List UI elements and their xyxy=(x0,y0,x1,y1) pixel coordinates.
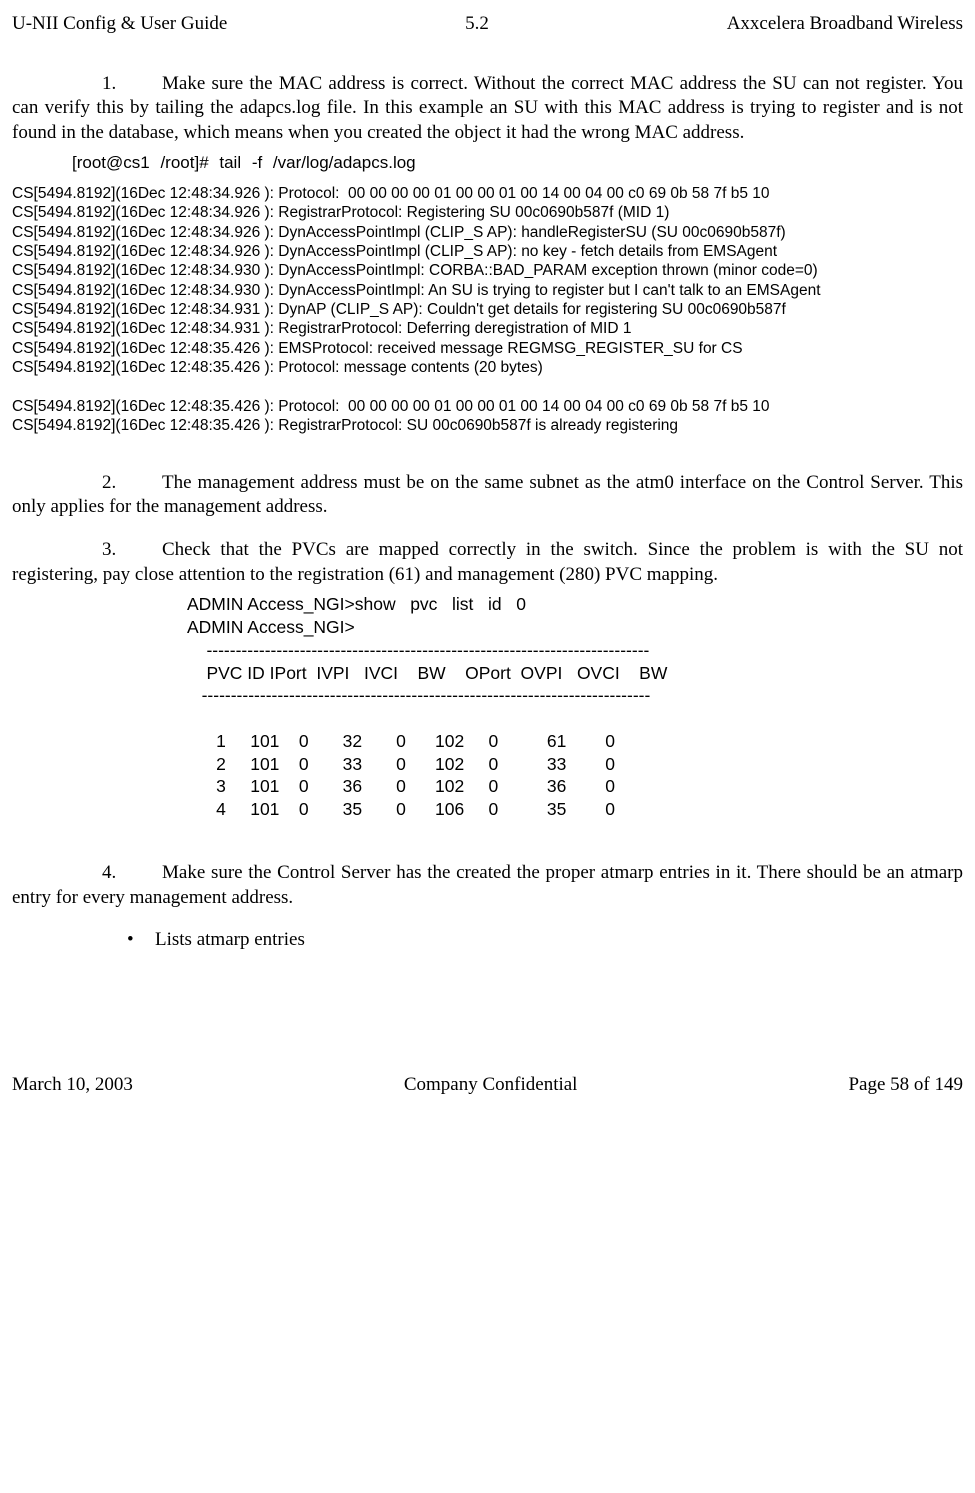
step-3-number: 3. xyxy=(102,538,162,563)
header-left: U-NII Config & User Guide xyxy=(12,12,227,37)
step-3: 3.Check that the PVCs are mapped correct… xyxy=(12,538,963,587)
step-4-number: 4. xyxy=(102,861,162,886)
header-center: 5.2 xyxy=(465,12,489,37)
page-footer: March 10, 2003 Company Confidential Page… xyxy=(12,1073,963,1098)
tail-command: [root@cs1 /root]# tail -f /var/log/adapc… xyxy=(72,152,963,174)
bullet-lists-atmarp: •Lists atmarp entries xyxy=(127,928,963,953)
step-1: 1.Make sure the MAC address is correct. … xyxy=(12,72,963,146)
footer-center: Company Confidential xyxy=(404,1073,578,1098)
bullet-text: Lists atmarp entries xyxy=(155,929,305,950)
bullet-icon: • xyxy=(127,928,155,953)
step-2: 2.The management address must be on the … xyxy=(12,471,963,520)
adapcs-log-output: CS[5494.8192](16Dec 12:48:34.926 ): Prot… xyxy=(12,184,963,436)
pvc-table-output: ADMIN Access_NGI>show pvc list id 0 ADMI… xyxy=(187,593,963,821)
header-right: Axxcelera Broadband Wireless xyxy=(727,12,963,37)
step-4: 4.Make sure the Control Server has the c… xyxy=(12,861,963,910)
step-2-number: 2. xyxy=(102,471,162,496)
footer-right: Page 58 of 149 xyxy=(848,1073,963,1098)
page-header: U-NII Config & User Guide 5.2 Axxcelera … xyxy=(12,12,963,37)
footer-left: March 10, 2003 xyxy=(12,1073,133,1098)
step-1-number: 1. xyxy=(102,72,162,97)
